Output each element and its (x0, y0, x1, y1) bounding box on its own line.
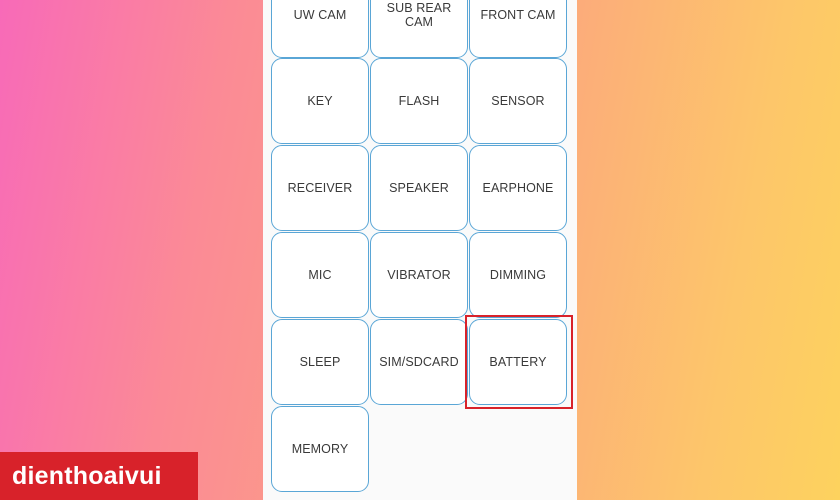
sub-rear-cam-button[interactable]: SUB REAR CAM (370, 0, 468, 58)
brand-logo-text: dienthoaivui (12, 461, 162, 490)
key-button[interactable]: KEY (271, 58, 369, 144)
vibrator-button[interactable]: VIBRATOR (370, 232, 468, 318)
sleep-button[interactable]: SLEEP (271, 319, 369, 405)
earphone-button[interactable]: EARPHONE (469, 145, 567, 231)
mic-button[interactable]: MIC (271, 232, 369, 318)
dimming-button[interactable]: DIMMING (469, 232, 567, 318)
speaker-button[interactable]: SPEAKER (370, 145, 468, 231)
brand-logo: dienthoaivui (0, 452, 198, 500)
memory-button[interactable]: MEMORY (271, 406, 369, 492)
receiver-button[interactable]: RECEIVER (271, 145, 369, 231)
flash-button[interactable]: FLASH (370, 58, 468, 144)
front-cam-button[interactable]: FRONT CAM (469, 0, 567, 58)
sim-sdcard-button[interactable]: SIM/SDCARD (370, 319, 468, 405)
uw-cam-button[interactable]: UW CAM (271, 0, 369, 58)
battery-button[interactable]: BATTERY (469, 319, 567, 405)
sensor-button[interactable]: SENSOR (469, 58, 567, 144)
phone-screen: UW CAM SUB REAR CAM FRONT CAM KEY FLASH … (263, 0, 577, 500)
